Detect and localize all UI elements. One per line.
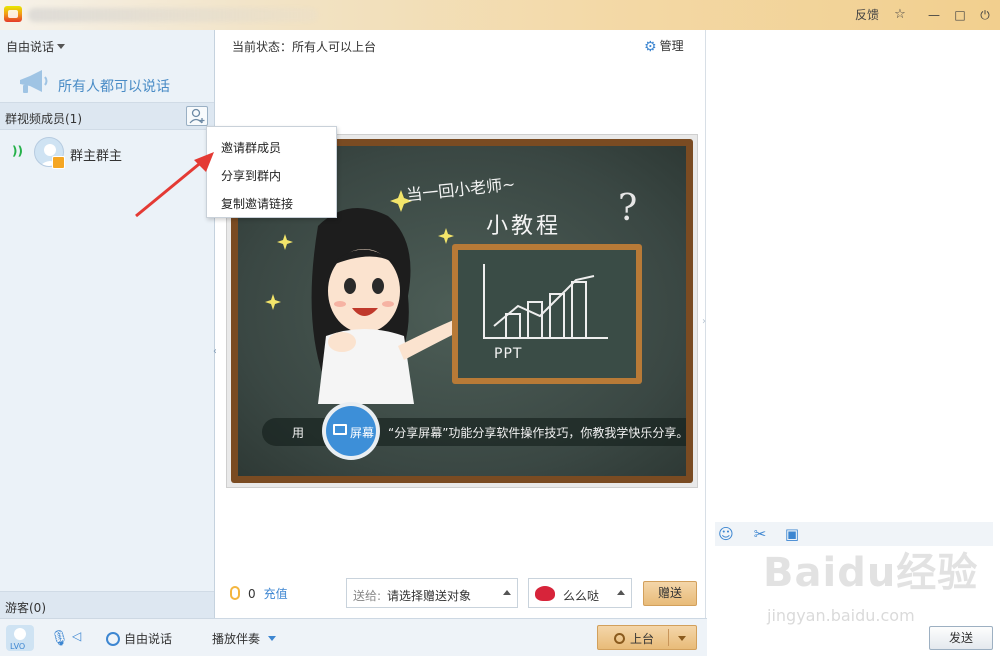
invite-context-menu: 邀请群成员 分享到群内 复制邀请链接	[206, 126, 337, 218]
gift-recipient-select[interactable]: 送给: 请选择赠送对象	[346, 578, 518, 608]
accompaniment-dropdown[interactable]: 播放伴奏	[212, 630, 277, 647]
members-title: 群视频成员(1)	[5, 112, 82, 126]
minimize-icon[interactable]: —	[926, 5, 942, 25]
chevron-down-icon[interactable]	[678, 636, 686, 641]
button-divider	[668, 629, 669, 646]
stage-status-label: 当前状态：所有人可以上台	[232, 40, 377, 54]
share-use-label: 用	[292, 426, 305, 440]
coin-balance: 0 充值	[230, 585, 288, 602]
chevron-down-icon	[268, 636, 277, 641]
chevron-up-icon	[503, 590, 511, 595]
gear-icon: ⚙	[644, 39, 657, 55]
lips-gift-icon	[535, 586, 555, 601]
go-on-stage-button[interactable]: 上台	[597, 625, 697, 650]
guests-header: 游客(0)	[0, 591, 214, 618]
share-screen-banner: 用 屏幕 “分享屏幕”功能分享软件操作技巧，你教我学快乐分享。	[262, 402, 686, 460]
emoji-icon[interactable]: ☺	[717, 525, 735, 543]
invite-member-button[interactable]	[186, 106, 208, 126]
question-mark-doodle: ?	[618, 188, 638, 229]
blurred-title	[28, 8, 318, 22]
bottom-toolbar: LVO 🎙 ◁ 自由说话 播放伴奏 上台	[0, 618, 707, 656]
speak-mode-button[interactable]: 自由说话	[106, 630, 172, 647]
share-screen-label: 屏幕	[350, 426, 375, 440]
guests-title: 游客(0)	[5, 601, 46, 615]
screen-share-icon	[333, 424, 347, 435]
speak-mode-dropdown[interactable]: 自由说话	[6, 38, 66, 55]
owner-badge-icon	[52, 156, 65, 169]
send-button[interactable]: 发送	[929, 626, 993, 650]
baidu-watermark-url: jingyan.baidu.com	[767, 606, 915, 625]
gift-name: 么么哒	[563, 589, 600, 603]
mini-chalkboard: PPT	[452, 244, 642, 384]
microphone-icon[interactable]: 🎙	[50, 629, 69, 647]
chart-doodle-icon	[483, 264, 608, 339]
everyone-can-speak-banner: 所有人都可以说话	[16, 66, 206, 102]
accompaniment-label: 播放伴奏	[212, 632, 261, 646]
maximize-icon[interactable]: □	[952, 5, 968, 25]
speak-mode-label: 自由说话	[6, 40, 55, 54]
logo-image: LVO	[10, 628, 26, 651]
send-to-label: 送给:	[353, 589, 382, 603]
baidu-watermark: Baidu经验	[763, 550, 979, 596]
share-screen-button[interactable]: 屏幕	[322, 402, 380, 460]
board-subtitle: 小教程	[486, 214, 562, 239]
chevron-up-icon	[617, 590, 625, 595]
menu-item-invite-members[interactable]: 邀请群成员	[221, 139, 281, 156]
feedback-button[interactable]: 反馈	[854, 5, 880, 25]
speak-mode-label: 自由说话	[124, 632, 173, 646]
manage-label: 管理	[659, 39, 684, 53]
send-to-value: 请选择赠送对象	[387, 589, 472, 603]
mini-chalkboard-surface: PPT	[458, 250, 636, 378]
power-icon[interactable]: ⏻	[977, 5, 993, 25]
go-on-stage-label: 上台	[614, 630, 654, 647]
app-icon	[4, 6, 22, 22]
recharge-link[interactable]: 充值	[264, 587, 288, 601]
logo-icon: LVO	[6, 625, 34, 651]
ppt-label: PPT	[494, 346, 523, 362]
give-gift-button[interactable]: 赠送	[643, 581, 697, 606]
speaking-icon: ))	[12, 144, 23, 158]
clock-icon	[106, 632, 120, 646]
megaphone-icon	[20, 70, 48, 93]
manage-button[interactable]: ⚙ 管理	[644, 37, 684, 55]
logo-text: LVO	[10, 642, 25, 651]
everyone-can-speak-label: 所有人都可以说话	[58, 79, 170, 95]
annotation-arrow-icon	[135, 152, 214, 218]
coin-count: 0	[248, 587, 256, 601]
members-header: 群视频成员(1)	[0, 102, 214, 130]
add-user-icon	[189, 108, 205, 124]
member-sidebar: 自由说话 所有人都可以说话 群视频成员(1) )) 群主群主 游客(0) ‹	[0, 30, 217, 618]
star-icon[interactable]: ☆	[890, 5, 910, 25]
member-name: 群主群主	[70, 149, 123, 164]
collapse-right-icon[interactable]: ›	[702, 316, 706, 327]
chat-panel: ☺ ✂ ▣ Baidu经验 jingyan.baidu.com 发送	[707, 30, 1000, 656]
menu-item-share-to-group[interactable]: 分享到群内	[221, 167, 281, 184]
chevron-down-icon	[57, 44, 66, 49]
mic-stage-icon	[614, 633, 625, 644]
title-bar: 反馈 ☆ — □ ⏻	[0, 0, 1000, 30]
speaker-icon[interactable]: ◁	[72, 629, 81, 643]
coin-icon	[230, 586, 240, 600]
stage-label-text: 上台	[630, 632, 655, 646]
video-stage-panel: 当前状态：所有人可以上台 ⚙ 管理 › 当一回小老师~ 小教程 ? PPT 用 …	[216, 30, 706, 618]
menu-item-copy-invite-link[interactable]: 复制邀请链接	[221, 195, 293, 212]
gift-item-select[interactable]: 么么哒	[528, 578, 632, 608]
share-screen-description: “分享屏幕”功能分享软件操作技巧，你教我学快乐分享。	[388, 426, 686, 440]
